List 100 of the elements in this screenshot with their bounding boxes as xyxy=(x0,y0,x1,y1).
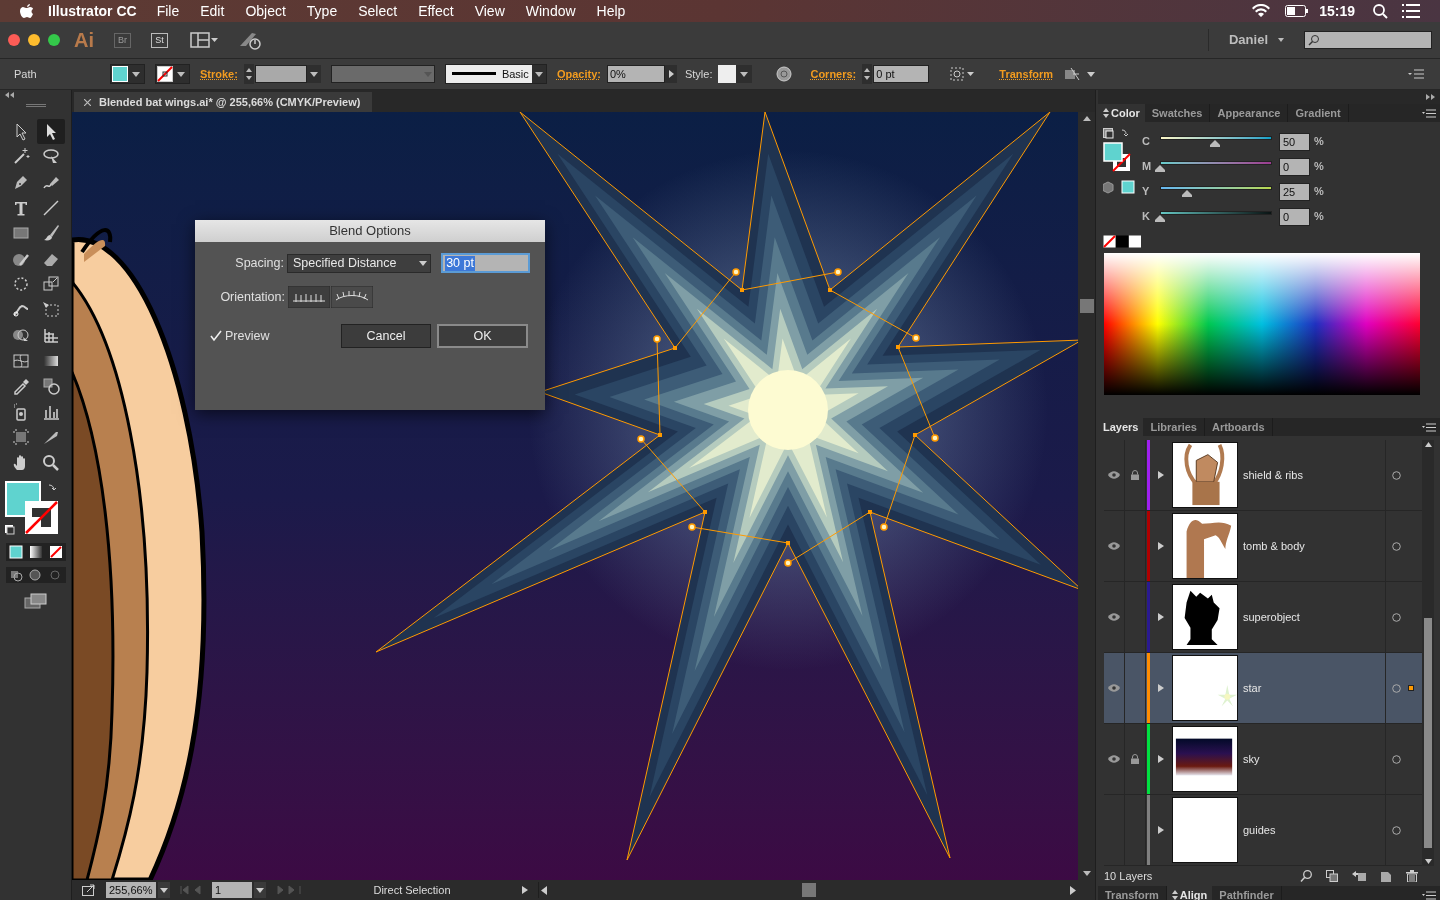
layer-name[interactable]: star xyxy=(1243,679,1385,697)
scroll-thumb[interactable] xyxy=(1424,618,1432,848)
layer-name[interactable]: guides xyxy=(1243,821,1385,839)
color-mode-buttons-icon[interactable] xyxy=(5,543,66,561)
layer-row[interactable]: guides xyxy=(1104,795,1422,866)
expand-triangle-icon[interactable] xyxy=(1158,684,1164,692)
menu-item[interactable]: Object xyxy=(245,0,286,22)
layers-scrollbar[interactable] xyxy=(1422,440,1434,866)
eye-icon[interactable] xyxy=(1108,684,1120,692)
slider-thumb[interactable] xyxy=(1155,164,1165,172)
layer-row[interactable]: tomb & body xyxy=(1104,511,1422,582)
target-circle-icon[interactable] xyxy=(1392,825,1401,835)
fill-stroke-mini-icon[interactable] xyxy=(1103,128,1133,172)
document-tab[interactable]: Blended bat wings.ai* @ 255,66% (CMYK/Preview) xyxy=(74,92,373,112)
scroll-right-icon[interactable] xyxy=(1070,885,1076,895)
scroll-left-icon[interactable] xyxy=(541,885,547,895)
panel-tab[interactable]: Transform xyxy=(1098,886,1167,900)
status-dropdown[interactable]: Direct Selection xyxy=(312,881,512,899)
panel-tab[interactable]: Layers xyxy=(1098,418,1144,436)
corners-label-link[interactable]: Corners: xyxy=(810,65,857,83)
expand-triangle-icon[interactable] xyxy=(1158,613,1164,621)
drawing-mode-buttons-icon[interactable] xyxy=(5,567,66,583)
menu-item[interactable]: File xyxy=(156,0,180,22)
opacity-label-link[interactable]: Opacity: xyxy=(556,65,601,83)
target-circle-icon[interactable] xyxy=(1392,754,1401,764)
target-circle-icon[interactable] xyxy=(1392,683,1401,693)
layer-name[interactable]: tomb & body xyxy=(1243,537,1385,555)
fill-stroke-swatches-icon[interactable] xyxy=(5,481,61,537)
transform-link[interactable]: Transform xyxy=(999,65,1054,83)
align-to-path-button[interactable] xyxy=(331,286,373,308)
workspace-layout-icon[interactable] xyxy=(190,32,218,48)
lock-icon[interactable] xyxy=(1131,754,1139,764)
target-circle-icon[interactable] xyxy=(1392,612,1401,622)
expand-triangle-icon[interactable] xyxy=(1158,826,1164,834)
layer-name[interactable]: superobject xyxy=(1243,608,1385,626)
scroll-thumb[interactable] xyxy=(801,883,816,897)
close-window-button[interactable] xyxy=(8,34,20,46)
channel-value-field[interactable]: 0 xyxy=(1279,157,1310,176)
lock-icon[interactable] xyxy=(1131,470,1139,480)
scroll-thumb[interactable] xyxy=(1079,299,1094,313)
panel-menu-icon[interactable] xyxy=(1422,890,1436,900)
caret-icon[interactable] xyxy=(132,71,140,77)
fill-color-dropdown[interactable] xyxy=(110,64,145,84)
panel-menu-icon[interactable] xyxy=(1422,108,1436,118)
stepper-arrows-icon[interactable] xyxy=(243,64,254,84)
menu-item[interactable]: Select xyxy=(358,0,398,22)
bridge-button[interactable]: Br xyxy=(114,32,131,48)
opacity-field[interactable]: 0% xyxy=(606,65,665,83)
user-menu[interactable]: Daniel xyxy=(1229,30,1284,50)
horizontal-scrollbar[interactable] xyxy=(538,882,1078,898)
stroke-color-dropdown[interactable] xyxy=(155,64,190,84)
dialog-button[interactable]: OK xyxy=(437,324,528,348)
channel-value-field[interactable]: 25 xyxy=(1279,182,1310,201)
panel-tab[interactable]: Appearance xyxy=(1210,104,1289,122)
tool-button[interactable] xyxy=(36,119,65,144)
menu-item[interactable]: Window xyxy=(525,0,576,22)
menu-list-icon[interactable] xyxy=(1402,4,1420,18)
scroll-down-icon[interactable] xyxy=(1424,859,1432,864)
menu-item[interactable]: Type xyxy=(306,0,338,22)
target-circle-icon[interactable] xyxy=(1392,470,1401,480)
trash-icon[interactable] xyxy=(1406,870,1418,882)
align-to-page-button[interactable] xyxy=(288,286,330,308)
new-layer-icon[interactable] xyxy=(1380,870,1392,882)
expand-triangle-icon[interactable] xyxy=(1158,471,1164,479)
caret-icon[interactable] xyxy=(740,71,749,77)
expand-triangle-icon[interactable] xyxy=(1158,542,1164,550)
eye-icon[interactable] xyxy=(1108,542,1120,550)
stepper-arrows-icon[interactable] xyxy=(862,64,873,84)
brush-dropdown[interactable]: Basic xyxy=(444,64,547,84)
layer-row[interactable]: sky xyxy=(1104,724,1422,795)
variable-width-dropdown[interactable] xyxy=(330,65,435,83)
menu-item[interactable]: Help xyxy=(596,0,626,22)
zoom-level-field[interactable]: 255,66% xyxy=(106,882,156,898)
wifi-icon[interactable] xyxy=(1251,4,1272,18)
stroke-weight-field[interactable] xyxy=(254,65,307,83)
layer-row[interactable]: shield & ribs xyxy=(1104,440,1422,511)
artboard-number-field[interactable]: 1 xyxy=(212,882,252,898)
layer-name[interactable]: sky xyxy=(1243,750,1385,768)
share-icon[interactable] xyxy=(82,884,96,896)
channel-value-field[interactable]: 50 xyxy=(1279,132,1310,151)
minimize-window-button[interactable] xyxy=(28,34,40,46)
eye-icon[interactable] xyxy=(1108,755,1120,763)
artboard-dropdown-icon[interactable] xyxy=(254,882,266,898)
eye-icon[interactable] xyxy=(1108,471,1120,479)
caret-icon[interactable] xyxy=(534,71,543,77)
clock[interactable]: 15:19 xyxy=(1319,0,1355,22)
preview-checkbox[interactable] xyxy=(210,330,222,342)
eye-icon[interactable] xyxy=(1108,613,1120,621)
app-name-menu[interactable]: Illustrator CC xyxy=(48,0,137,22)
channel-value-field[interactable]: 0 xyxy=(1279,207,1310,226)
layer-name[interactable]: shield & ribs xyxy=(1243,466,1385,484)
panel-tab[interactable]: Pathfinder xyxy=(1212,886,1282,900)
expand-triangle-icon[interactable] xyxy=(1158,755,1164,763)
search-icon[interactable] xyxy=(1300,870,1312,882)
menu-item[interactable]: View xyxy=(474,0,505,22)
status-menu-icon[interactable] xyxy=(522,886,528,894)
scroll-down-icon[interactable] xyxy=(1082,871,1091,876)
expand-panels-icon[interactable] xyxy=(1426,94,1436,100)
graphic-style-dropdown[interactable] xyxy=(718,65,753,83)
apple-logo-icon[interactable] xyxy=(20,3,34,19)
